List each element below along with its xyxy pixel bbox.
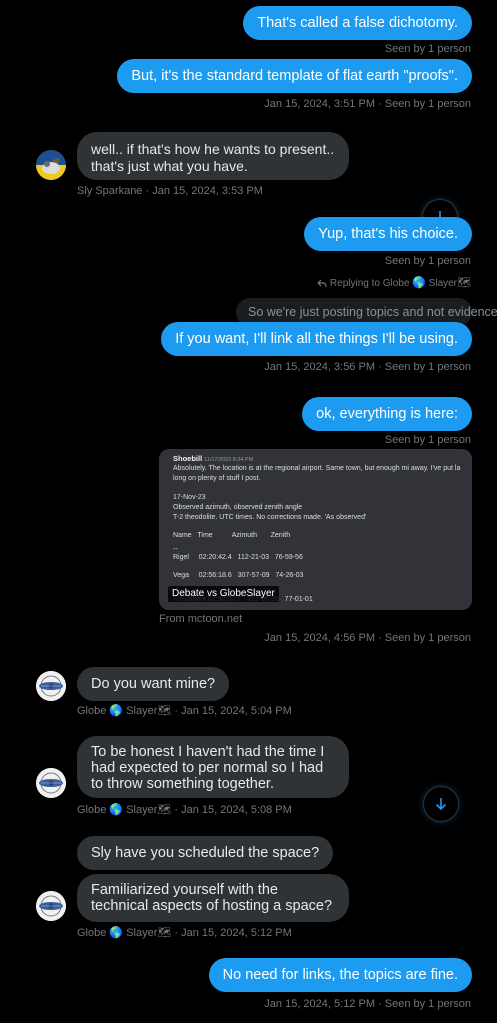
card-author-date: 11/17/2023 8:34 PM <box>204 457 254 463</box>
reply-indicator: Replying to Globe 🌎 Slayer🗺 <box>317 278 471 289</box>
sender-name: Globe <box>77 804 107 816</box>
link-card[interactable]: Shoebill 11/17/2023 8:34 PM Absolutely. … <box>159 449 472 610</box>
message-bubble-outgoing[interactable]: But, it's the standard template of flat … <box>117 59 472 93</box>
card-table-header: Name Time Azimuth Zenith <box>173 532 291 539</box>
avatar-sly-sparkane[interactable] <box>36 150 66 180</box>
message-meta: Globe 🌎 Slayer🗺 · Jan 15, 2024, 5:08 PM <box>77 804 292 816</box>
message-meta: Jan 15, 2024, 4:56 PM · Seen by 1 person <box>264 632 471 644</box>
message-meta: Jan 15, 2024, 3:51 PM · Seen by 1 person <box>264 98 471 110</box>
message-bubble-outgoing[interactable]: That's called a false dichotomy. <box>243 6 472 40</box>
sender-name-tail: Slayer <box>126 927 158 939</box>
card-table-row: Vega 02:56:18.6 307-57-09 74-26-03 <box>173 572 304 579</box>
message-meta: Jan 15, 2024, 3:56 PM · Seen by 1 person <box>264 361 471 373</box>
reply-label-tail: Slayer <box>428 278 458 289</box>
sender-name-tail: Slayer <box>126 804 158 816</box>
card-table-row: Rigel 02:20:42.4 112-21-03 76-59-56 <box>173 554 303 561</box>
avatar-globe-slayer[interactable] <box>36 768 66 798</box>
message-meta: Globe 🌎 Slayer🗺 · Jan 15, 2024, 5:04 PM <box>77 705 292 717</box>
message-meta: Jan 15, 2024, 5:12 PM · Seen by 1 person <box>264 998 471 1010</box>
message-time: · Jan 15, 2024, 5:12 PM <box>171 927 292 939</box>
map-emoji-icon: 🗺 <box>157 927 172 939</box>
message-bubble-incoming[interactable]: Familiarized yourself with the technical… <box>77 874 349 922</box>
sender-name: Globe <box>77 705 107 717</box>
message-bubble-outgoing[interactable]: If you want, I'll link all the things I'… <box>161 322 472 356</box>
message-bubble-incoming[interactable]: well.. if that's how he wants to present… <box>77 132 349 180</box>
sender-name-tail: Slayer <box>126 705 158 717</box>
message-meta: Seen by 1 person <box>384 255 471 267</box>
message-bubble-incoming[interactable]: Sly have you scheduled the space? <box>77 836 334 870</box>
message-time: · Jan 15, 2024, 5:08 PM <box>171 804 292 816</box>
message-time: · Jan 15, 2024, 5:04 PM <box>171 705 292 717</box>
map-emoji-icon: 🗺 <box>457 277 471 289</box>
arrow-down-icon <box>435 798 447 811</box>
globe-emoji-icon: 🌎 <box>109 804 124 816</box>
reply-label: Replying to Globe <box>329 278 410 289</box>
globe-emoji-icon: 🌎 <box>412 277 426 289</box>
globe-emoji-icon: 🌎 <box>109 927 124 939</box>
reply-arrow-icon <box>317 279 327 287</box>
message-bubble-incoming[interactable]: Do you want mine? <box>77 667 230 701</box>
card-line: Absolutely. The location is at the regio… <box>173 465 461 472</box>
globe-emoji-icon: 🌎 <box>109 705 124 717</box>
card-author: Shoebill <box>173 454 203 463</box>
card-source[interactable]: From mctoon.net <box>159 613 242 625</box>
map-emoji-icon: 🗺 <box>157 804 172 816</box>
globe-slayer-avatar-image <box>36 891 66 921</box>
avatar-globe-slayer[interactable] <box>36 671 66 701</box>
globe-slayer-avatar-image <box>36 671 66 701</box>
message-bubble-outgoing[interactable]: Yup, that's his choice. <box>304 217 472 251</box>
message-meta: Globe 🌎 Slayer🗺 · Jan 15, 2024, 5:12 PM <box>77 927 292 939</box>
sender-name: Globe <box>77 927 107 939</box>
card-caption: Debate vs GlobeSlayer <box>168 586 279 602</box>
card-line: Observed azimuth, observed zenith angle <box>173 504 303 511</box>
message-meta: Seen by 1 person <box>384 43 471 55</box>
sly-avatar-image <box>36 150 66 180</box>
message-bubble-outgoing[interactable]: No need for links, the topics are fine. <box>208 958 472 992</box>
card-line: long on plenty of stuff I post. <box>173 475 261 482</box>
map-emoji-icon: 🗺 <box>157 705 172 717</box>
message-bubble-incoming[interactable]: To be honest I haven't had the time I ha… <box>77 736 349 798</box>
card-line: 17-Nov-23 <box>173 494 206 501</box>
message-bubble-outgoing[interactable]: ok, everything is here: <box>302 397 472 431</box>
avatar-globe-slayer[interactable] <box>36 891 66 921</box>
scroll-down-button[interactable] <box>423 786 459 822</box>
message-meta: Seen by 1 person <box>384 434 471 446</box>
message-meta: Sly Sparkane · Jan 15, 2024, 3:53 PM <box>77 185 263 197</box>
card-line: T-2 theodolite. UTC times. No correction… <box>173 514 367 521</box>
globe-slayer-avatar-image <box>36 768 66 798</box>
